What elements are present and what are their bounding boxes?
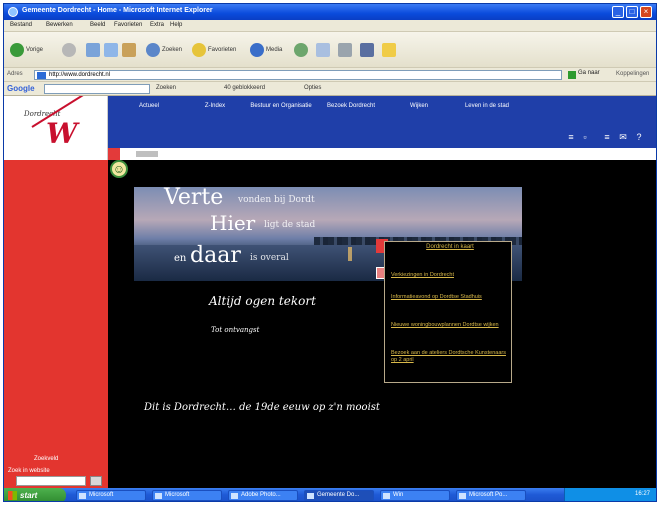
news-link[interactable]: Verkiezingen in Dordrecht <box>391 272 509 279</box>
intro-link[interactable]: Tot ontvangst <box>211 326 259 334</box>
maximize-button[interactable]: □ <box>626 6 638 18</box>
close-button[interactable]: × <box>640 6 652 18</box>
go-button[interactable]: Ga naar <box>568 70 606 80</box>
taskbar-button[interactable]: Adobe Photo... <box>228 490 298 501</box>
forward-icon[interactable] <box>62 43 76 57</box>
site-search-input[interactable] <box>16 476 86 486</box>
mail-icon[interactable] <box>316 43 330 57</box>
menu-help[interactable]: Help <box>170 22 182 28</box>
history-icon[interactable] <box>294 43 308 57</box>
nav-utility-icons: ≡ ▫ ≡ ✉ ? <box>562 132 656 144</box>
media-label[interactable]: Media <box>266 47 282 53</box>
google-toolbar: Google Zoeken 40 geblokkeerd Opties <box>4 82 656 96</box>
accessibility-icon[interactable]: ☺ <box>110 160 128 178</box>
news-link[interactable]: Nieuwe woningbouwplannen Dordtse wijken <box>391 322 509 329</box>
search-icon[interactable] <box>146 43 160 57</box>
dordrecht-logo[interactable]: Dordrecht W <box>4 96 108 160</box>
window-title: Gemeente Dordrecht - Home - Microsoft In… <box>22 7 213 14</box>
left-sidebar: Zoekveld Zoek in website <box>4 160 108 488</box>
nav-item-bestuur[interactable]: Bestuur en Organisatie <box>248 102 314 110</box>
site-search-button[interactable] <box>90 476 102 486</box>
help-icon[interactable]: ? <box>634 132 644 142</box>
back-label[interactable]: Vorige <box>26 47 43 53</box>
title-bar: Gemeente Dordrecht - Home - Microsoft In… <box>4 4 656 20</box>
menu-edit[interactable]: Bewerken <box>46 22 73 28</box>
back-icon[interactable] <box>10 43 24 57</box>
google-logo[interactable]: Google <box>7 84 35 93</box>
google-search-button[interactable]: Zoeken <box>156 85 176 91</box>
taskbar-button-active[interactable]: Gemeente Do... <box>304 490 374 501</box>
media-icon[interactable] <box>250 43 264 57</box>
sidebar-search-title: Zoekveld <box>34 456 59 462</box>
website-content: Dordrecht W Actueel Z-Index Bestuur en O… <box>4 96 656 488</box>
tagline: Dit is Dordrecht… de 19de eeuw op z'n mo… <box>144 402 380 413</box>
text-size-icon[interactable]: ▫ <box>580 132 590 142</box>
banner-word-verte: Verte <box>164 187 224 210</box>
logo-mark: W <box>46 117 78 150</box>
banner-word-en: en <box>174 253 187 264</box>
home-icon[interactable] <box>122 43 136 57</box>
strip-marker <box>108 148 120 160</box>
start-button[interactable]: start <box>4 488 66 501</box>
stop-icon[interactable] <box>86 43 100 57</box>
menu-file[interactable]: Bestand <box>10 22 32 28</box>
taskbar-button[interactable]: Win <box>380 490 450 501</box>
banner-word-hier: Hier <box>210 211 256 235</box>
menu-bar: Bestand Bewerken Beeld Favorieten Extra … <box>4 20 656 32</box>
minimize-button[interactable]: _ <box>612 6 624 18</box>
print-icon[interactable] <box>338 43 352 57</box>
favorites-label[interactable]: Favorieten <box>208 47 236 53</box>
taskbar-button[interactable]: Microsoft Po... <box>456 490 526 501</box>
menu-view[interactable]: Beeld <box>90 22 105 28</box>
messenger-icon[interactable] <box>382 43 396 57</box>
news-link[interactable]: Informatieavond op Dordtse Stadhuis <box>391 294 509 301</box>
print-page-icon[interactable]: ≡ <box>566 132 576 142</box>
nav-item-z-index[interactable]: Z-Index <box>182 102 248 110</box>
google-search-input[interactable] <box>44 84 150 94</box>
taskbar-button[interactable]: Microsoft <box>152 490 222 501</box>
breadcrumb-field[interactable] <box>136 151 158 157</box>
news-panel-header[interactable]: Dordrecht in kaart <box>393 244 507 250</box>
nav-item-wijken[interactable]: Wijken <box>386 102 452 110</box>
clock[interactable]: 16:27 <box>635 491 650 497</box>
internet-explorer-icon <box>8 7 18 17</box>
news-panel: Dordrecht in kaart Verkiezingen in Dordr… <box>384 241 512 383</box>
news-link[interactable]: Bezoek aan de ateliers Dordtsche Kunsten… <box>391 350 509 364</box>
links-button[interactable]: Koppelingen <box>616 71 649 77</box>
address-label: Adres <box>7 71 23 77</box>
system-tray: 16:27 <box>564 488 656 501</box>
menu-favorites[interactable]: Favorieten <box>114 22 142 28</box>
favorites-icon[interactable] <box>192 43 206 57</box>
address-input[interactable]: http://www.dordrecht.nl <box>34 70 562 80</box>
standard-toolbar: Vorige Zoeken Favorieten Media <box>4 32 656 68</box>
nav-item-actueel[interactable]: Actueel <box>116 102 182 110</box>
address-bar: Adres http://www.dordrecht.nl Ga naar Ko… <box>4 68 656 82</box>
banner-light-reflection <box>348 247 352 261</box>
search-label[interactable]: Zoeken <box>162 47 182 53</box>
banner-subtext-3: is overal <box>250 253 289 263</box>
refresh-icon[interactable] <box>104 43 118 57</box>
main-navigation: Actueel Z-Index Bestuur en Organisatie B… <box>108 96 656 148</box>
google-options-button[interactable]: Opties <box>304 85 321 91</box>
sidebar-search-label: Zoek in website <box>8 468 50 474</box>
nav-item-leven[interactable]: Leven in de stad <box>454 102 520 110</box>
windows-taskbar: start Microsoft Microsoft Adobe Photo...… <box>4 488 656 501</box>
sitemap-icon[interactable]: ≡ <box>602 132 612 142</box>
popup-blocked-counter[interactable]: 40 geblokkeerd <box>224 85 265 91</box>
breadcrumb-strip <box>108 148 656 160</box>
nav-item-bezoek[interactable]: Bezoek Dordrecht <box>318 102 384 110</box>
taskbar-button[interactable]: Microsoft <box>76 490 146 501</box>
browser-window: Gemeente Dordrecht - Home - Microsoft In… <box>3 3 657 502</box>
banner-word-daar: daar <box>190 243 241 268</box>
mail-page-icon[interactable]: ✉ <box>618 132 628 142</box>
edit-icon[interactable] <box>360 43 374 57</box>
banner-subtext-1: vonden bij Dordt <box>238 195 315 205</box>
menu-tools[interactable]: Extra <box>150 22 164 28</box>
banner-subtext-2: ligt de stad <box>264 220 316 230</box>
slogan-heading: Altijd ogen tekort <box>209 294 316 308</box>
